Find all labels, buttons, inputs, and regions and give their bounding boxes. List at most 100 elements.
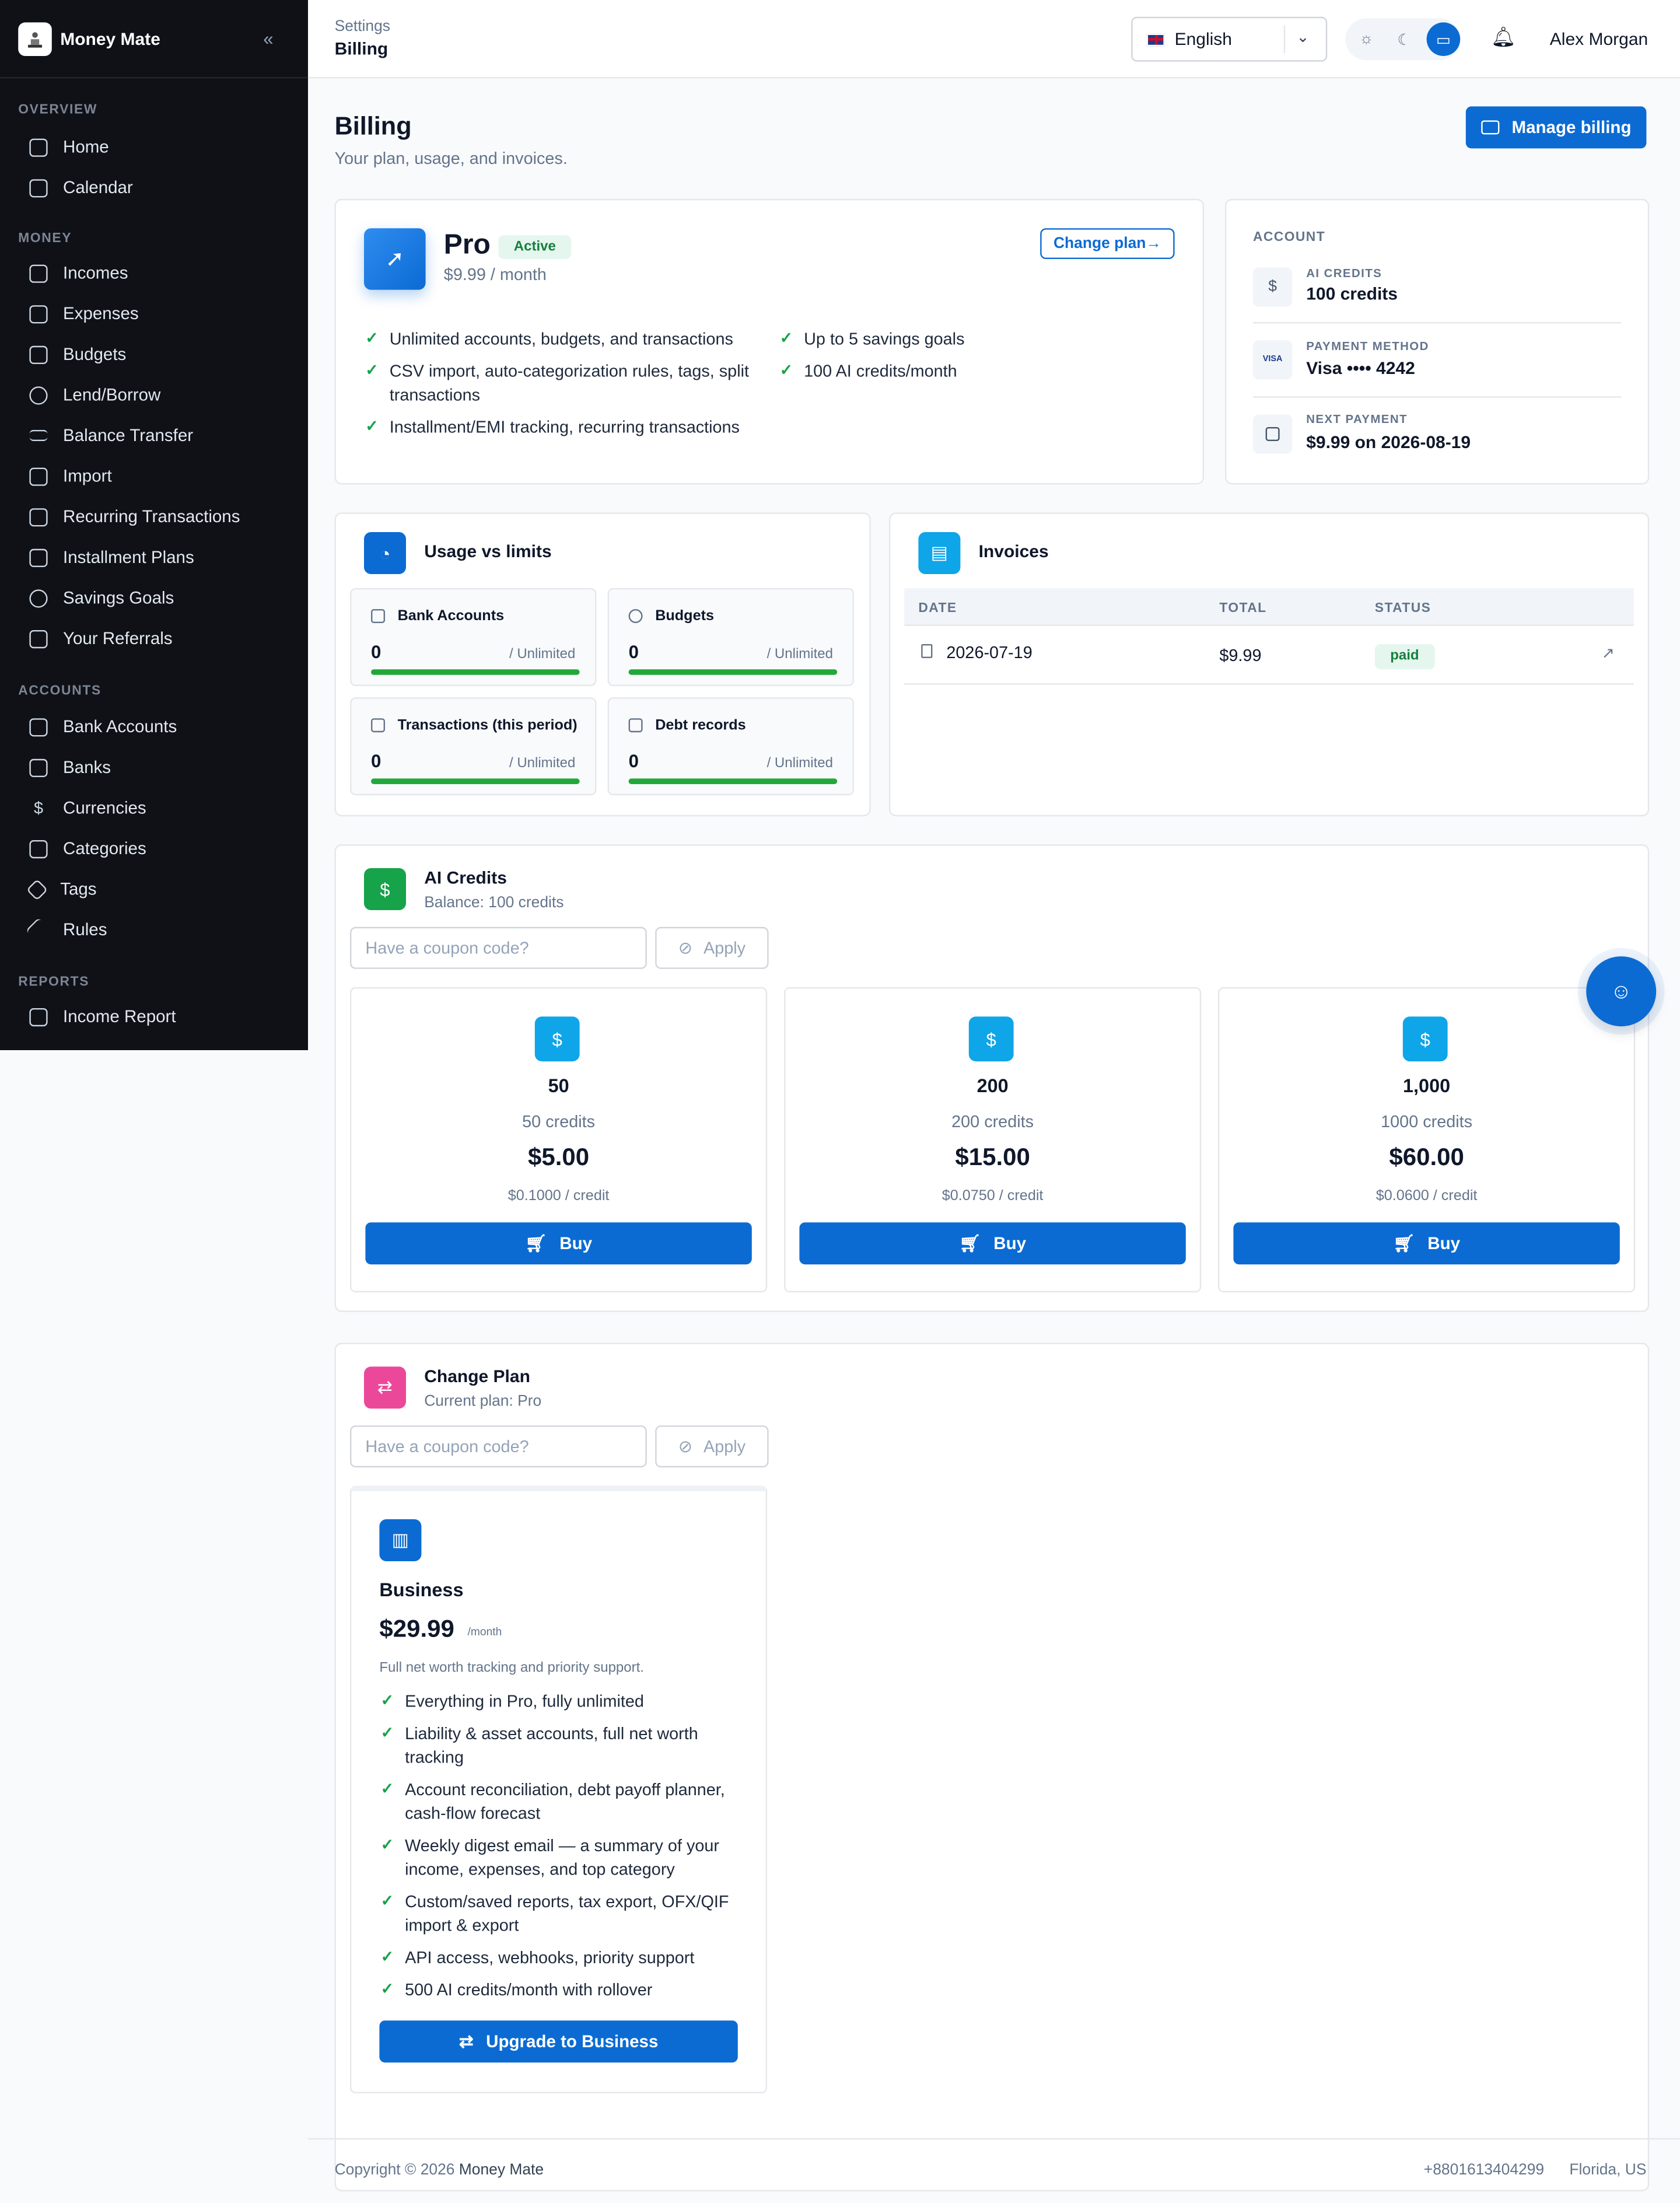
dark-theme-icon[interactable]: ☾ bbox=[1387, 22, 1421, 56]
business-plan-card: ▥ Business $29.99 /month Full net worth … bbox=[350, 1485, 768, 2094]
sidebar-item-savings-goals[interactable]: Savings Goals bbox=[29, 582, 174, 613]
credit-pack-50: $ 50 50 credits $5.00 $0.1000 / credit 🛒… bbox=[350, 987, 768, 1293]
sidebar-item-tags[interactable]: Tags bbox=[26, 874, 97, 905]
app-logo-icon bbox=[18, 22, 52, 55]
usage-item-transactions: Transactions (this period) 0 / Unlimited bbox=[350, 697, 597, 796]
next-payment-label: NEXT PAYMENT bbox=[1306, 411, 1408, 426]
notification-bell-icon[interactable]: 🔔︎ bbox=[1491, 25, 1516, 49]
offer-plan-description: Full net worth tracking and priority sup… bbox=[379, 1660, 644, 1676]
offer-plan-price: $29.99 bbox=[379, 1614, 454, 1643]
sidebar-item-categories[interactable]: Categories bbox=[29, 833, 146, 864]
language-value: English bbox=[1174, 29, 1232, 49]
sidebar-item-home[interactable]: Home bbox=[29, 132, 109, 163]
check-icon: ✓ bbox=[779, 330, 793, 348]
column-total: TOTAL bbox=[1219, 600, 1267, 616]
sidebar-item-income-report[interactable]: Income Report bbox=[29, 1001, 176, 1032]
arrow-right-icon: → bbox=[1146, 235, 1161, 253]
sidebar-item-recurring[interactable]: Recurring Transactions bbox=[29, 501, 240, 532]
footer-brand-link[interactable]: Money Mate bbox=[459, 2162, 544, 2179]
sidebar-item-banks[interactable]: Banks bbox=[29, 752, 111, 783]
buy-button[interactable]: 🛒︎ Buy bbox=[365, 1222, 752, 1265]
coin-icon: $ bbox=[364, 868, 406, 911]
credits-apply-button[interactable]: ⊘ Apply bbox=[655, 926, 769, 969]
offer-plan-period: /month bbox=[467, 1625, 502, 1638]
sidebar-item-currencies[interactable]: $ Currencies bbox=[29, 792, 146, 823]
incomes-icon bbox=[29, 264, 48, 282]
sidebar-item-calendar[interactable]: Calendar bbox=[29, 172, 133, 203]
lend-borrow-icon bbox=[29, 386, 48, 404]
buy-button[interactable]: 🛒︎ Buy bbox=[1233, 1222, 1620, 1265]
piggy-bank-icon bbox=[29, 589, 48, 607]
sidebar-item-incomes[interactable]: Incomes bbox=[29, 258, 128, 289]
brand[interactable]: Money Mate bbox=[0, 0, 308, 79]
footer: Copyright © 2026 Money Mate +88016134042… bbox=[308, 2138, 1680, 2202]
invoices-card: ▤ Invoices DATE TOTAL STATUS 2026-07-19 … bbox=[889, 512, 1650, 817]
column-date: DATE bbox=[918, 600, 957, 616]
sidebar: Money Mate « OVERVIEW Home Calendar MONE… bbox=[0, 0, 308, 1051]
pack-credits: 1000 credits bbox=[1381, 1111, 1473, 1132]
change-plan-button[interactable]: Change plan → bbox=[1040, 228, 1175, 260]
home-icon bbox=[29, 138, 48, 156]
pack-per-credit: $0.0750 / credit bbox=[942, 1187, 1044, 1204]
upgrade-to-business-button[interactable]: ⇄ Upgrade to Business bbox=[379, 2020, 738, 2063]
check-icon: ✓ bbox=[365, 330, 379, 348]
sidebar-item-balance-transfer[interactable]: Balance Transfer bbox=[29, 420, 193, 451]
buy-button[interactable]: 🛒︎ Buy bbox=[799, 1222, 1186, 1265]
sidebar-item-bank-accounts[interactable]: Bank Accounts bbox=[29, 711, 177, 742]
check-icon: ✓ bbox=[380, 1837, 394, 1854]
sidebar-item-expenses[interactable]: Expenses bbox=[29, 298, 139, 329]
user-name[interactable]: Alex Morgan bbox=[1550, 29, 1648, 49]
language-select[interactable]: English ⌄ bbox=[1131, 16, 1328, 62]
pack-price: $5.00 bbox=[528, 1142, 590, 1171]
sidebar-item-lend-borrow[interactable]: Lend/Borrow bbox=[29, 379, 160, 410]
light-theme-icon[interactable]: ☼ bbox=[1350, 22, 1384, 56]
sidebar-item-import[interactable]: Import bbox=[29, 461, 112, 492]
offer-feature: ✓ Account reconciliation, debt payoff pla… bbox=[381, 1778, 738, 1826]
usage-progress-bar bbox=[628, 669, 838, 675]
cart-icon: 🛒︎ bbox=[525, 1233, 547, 1253]
footer-phone: +8801613404299 bbox=[1423, 2162, 1545, 2179]
offer-feature: ✓ Everything in Pro, fully unlimited bbox=[381, 1690, 738, 1714]
calendar-icon bbox=[29, 179, 48, 197]
usage-item-debt-records: Debt records 0 / Unlimited bbox=[607, 697, 854, 796]
coin-icon: $ bbox=[1253, 267, 1293, 307]
payment-method-value: Visa •••• 4242 bbox=[1306, 358, 1415, 378]
plan-feature: ✓ Unlimited accounts, budgets, and transa… bbox=[365, 328, 764, 352]
breadcrumb-parent[interactable]: Settings bbox=[335, 18, 390, 35]
external-link-icon[interactable]: ↗ bbox=[1602, 644, 1615, 662]
collapse-sidebar-icon[interactable]: « bbox=[263, 28, 273, 49]
dollar-icon: $ bbox=[33, 797, 44, 817]
system-theme-icon[interactable]: ▭ bbox=[1426, 22, 1461, 56]
table-row: 2026-07-19 $9.99 paid ↗ bbox=[904, 626, 1634, 685]
rocket-icon: ➚ bbox=[364, 228, 426, 290]
divider bbox=[1253, 322, 1622, 324]
sidebar-item-budgets[interactable]: Budgets bbox=[29, 339, 126, 370]
invoices-table-header: DATE TOTAL STATUS bbox=[904, 588, 1634, 626]
offer-feature: ✓ Liability & asset accounts, full net wo… bbox=[381, 1722, 738, 1770]
usage-card: ◔ Usage vs limits Bank Accounts 0 / Unli… bbox=[334, 512, 871, 817]
offer-plan-name: Business bbox=[379, 1579, 464, 1601]
sidebar-item-referrals[interactable]: Your Referrals bbox=[29, 623, 173, 654]
offer-feature: ✓ API access, webhooks, priority support bbox=[381, 1946, 738, 1970]
manage-billing-button[interactable]: Manage billing bbox=[1465, 106, 1647, 149]
language-divider bbox=[1283, 25, 1286, 54]
usage-progress-bar bbox=[371, 778, 580, 784]
chevron-down-icon[interactable]: ⌄ bbox=[1296, 28, 1309, 46]
report-icon bbox=[29, 1007, 48, 1026]
plan-coupon-input[interactable]: Have a coupon code? bbox=[350, 1425, 647, 1468]
check-icon: ✓ bbox=[365, 362, 379, 380]
document-icon: ▤ bbox=[918, 532, 961, 575]
credits-coupon-input[interactable]: Have a coupon code? bbox=[350, 926, 647, 969]
usage-limit: / Unlimited bbox=[509, 646, 576, 663]
pack-price: $15.00 bbox=[955, 1142, 1030, 1171]
offer-feature: ✓ Custom/saved reports, tax export, OFX/Q… bbox=[381, 1890, 738, 1938]
check-icon: ✓ bbox=[380, 1949, 394, 1966]
sidebar-item-installment-plans[interactable]: Installment Plans bbox=[29, 542, 194, 573]
chat-assistant-button[interactable]: ☺ bbox=[1586, 956, 1657, 1027]
invoice-status-badge: paid bbox=[1374, 644, 1434, 670]
sidebar-item-rules[interactable]: Rules bbox=[25, 914, 107, 945]
coin-icon: $ bbox=[534, 1016, 580, 1062]
ai-credits-label: AI CREDITS bbox=[1306, 266, 1382, 281]
bank-account-icon bbox=[29, 718, 48, 736]
plan-apply-button[interactable]: ⊘ Apply bbox=[655, 1425, 769, 1468]
